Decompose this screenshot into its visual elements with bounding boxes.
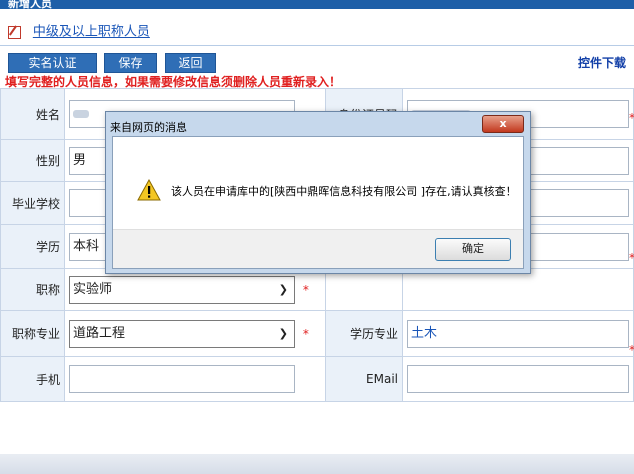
phone-input[interactable]	[69, 365, 295, 393]
title-major-label: 职称专业	[0, 310, 65, 357]
bottom-strip	[0, 454, 634, 474]
idcard-required-mark: *	[629, 111, 634, 125]
alert-dialog: 来自网页的消息 x 该人员在申请库中的[陕西中鼎晖信息科技有限公司 ]存在,请认…	[105, 111, 531, 274]
title-major-required-mark: *	[302, 326, 309, 341]
breadcrumb: 中级及以上职称人员	[8, 23, 150, 41]
edu-major-input[interactable]: 土木	[407, 319, 629, 348]
edu-major-label: 学历专业	[325, 310, 403, 357]
dialog-footer: 确定	[113, 229, 523, 268]
chevron-down-icon: ❯	[278, 282, 288, 296]
title-select[interactable]: 实验师 ❯	[69, 275, 295, 304]
gender-label: 性别	[0, 139, 65, 182]
chevron-down-icon: ❯	[278, 326, 288, 340]
window-title-bar: 新增人员	[0, 0, 634, 9]
realname-auth-button[interactable]: 实名认证	[8, 53, 97, 73]
back-button[interactable]: 返回	[165, 53, 216, 73]
email-label: EMail	[325, 356, 403, 402]
edit-icon	[8, 26, 21, 39]
dialog-title: 来自网页的消息	[110, 121, 187, 134]
title-required-mark: *	[302, 282, 309, 297]
phone-label: 手机	[0, 356, 65, 402]
dialog-body: 该人员在申请库中的[陕西中鼎晖信息科技有限公司 ]存在,请认真核查！ 确定	[112, 136, 524, 269]
breadcrumb-link[interactable]: 中级及以上职称人员	[33, 25, 150, 40]
name-value-redacted	[73, 109, 89, 118]
dialog-message: 该人员在申请库中的[陕西中鼎晖信息科技有限公司 ]存在,请认真核查！	[171, 185, 517, 198]
close-icon[interactable]: x	[482, 115, 524, 133]
edu-major-required-mark: *	[629, 343, 634, 357]
school-label: 毕业学校	[0, 181, 65, 225]
row4-required-mark: *	[629, 251, 634, 265]
ok-button[interactable]: 确定	[435, 238, 511, 261]
title-major-select-value: 道路工程	[73, 325, 126, 341]
title-major-select[interactable]: 道路工程 ❯	[69, 319, 295, 348]
title-label: 职称	[0, 268, 65, 311]
name-label: 姓名	[0, 88, 65, 140]
education-label: 学历	[0, 224, 65, 269]
warning-icon	[137, 179, 161, 201]
window-title: 新增人员	[8, 0, 52, 9]
title-select-value: 实验师	[73, 281, 113, 297]
divider	[0, 45, 634, 46]
control-download-link[interactable]: 控件下载	[578, 54, 626, 71]
save-button[interactable]: 保存	[104, 53, 157, 73]
email-input[interactable]	[407, 365, 629, 393]
